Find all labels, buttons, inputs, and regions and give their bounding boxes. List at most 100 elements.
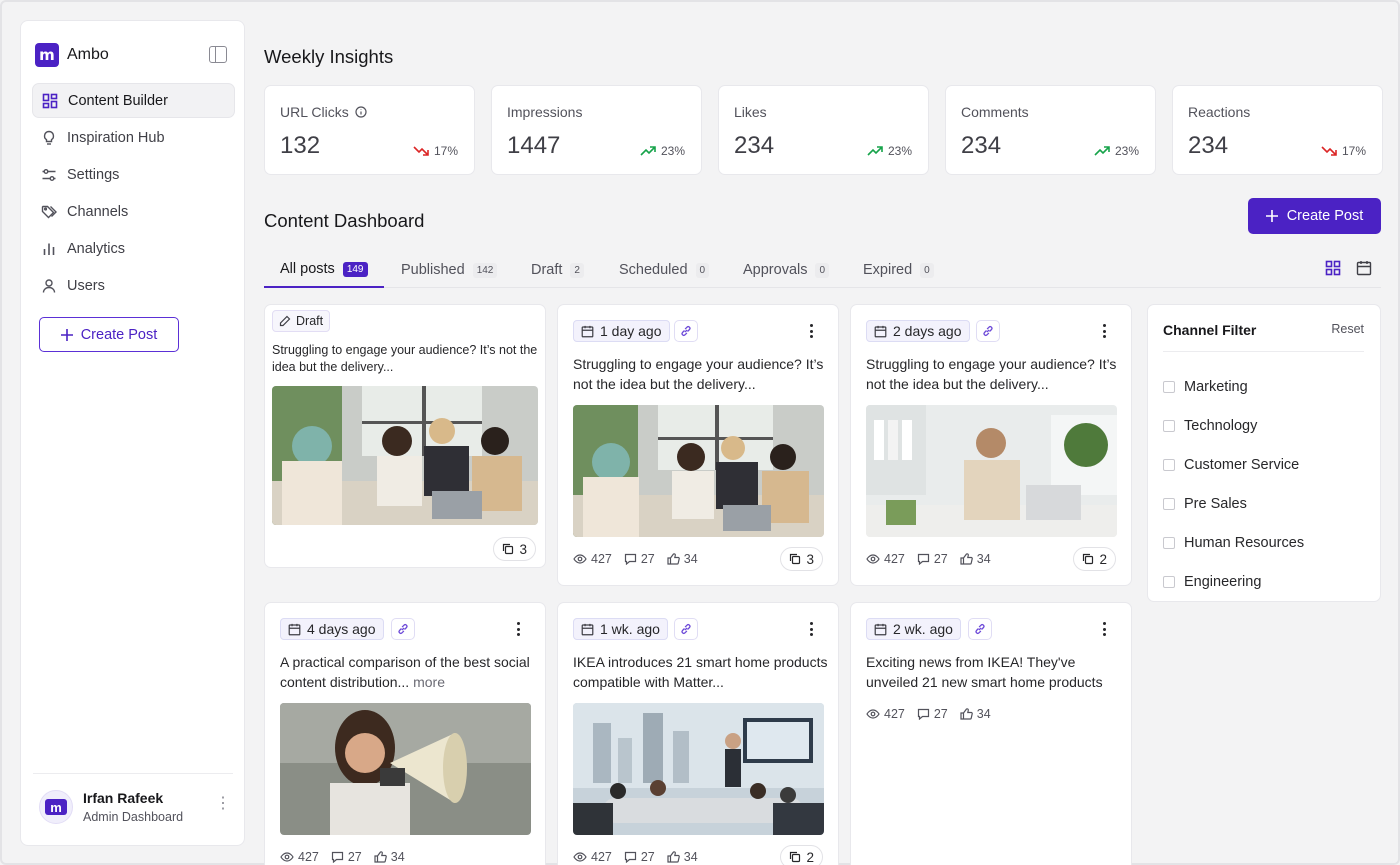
- brand-name: Ambo: [67, 46, 109, 63]
- channel-option-customer-service[interactable]: Customer Service: [1163, 445, 1304, 484]
- calendar-view-icon[interactable]: [1356, 260, 1372, 276]
- stat-trend: 23%: [1114, 144, 1139, 158]
- date-label: 1 wk. ago: [600, 621, 660, 637]
- checkbox[interactable]: [1163, 419, 1175, 432]
- tab-all-posts[interactable]: All posts 149: [264, 252, 384, 288]
- more-vertical-icon[interactable]: [1102, 622, 1106, 636]
- post-metrics: 427 27 34: [866, 552, 991, 566]
- stat-label: Comments: [961, 104, 1029, 120]
- eye-icon: [573, 852, 587, 862]
- grid-view-icon[interactable]: [1325, 260, 1341, 276]
- likes-count: 34: [976, 552, 991, 566]
- comment-icon: [331, 851, 343, 863]
- post-card[interactable]: 2 wk. ago Exciting news from IKEA! They'…: [850, 602, 1132, 865]
- sidebar-item-users[interactable]: Users: [32, 268, 235, 303]
- copy-icon: [1083, 553, 1094, 565]
- variants-count[interactable]: 3: [780, 547, 823, 571]
- channel-option-marketing[interactable]: Marketing: [1163, 367, 1304, 406]
- date-badge: 1 day ago: [573, 320, 670, 342]
- variants-count[interactable]: 2: [780, 845, 823, 865]
- post-image-woman-megaphone[interactable]: [280, 703, 531, 835]
- views-count: 427: [884, 552, 905, 566]
- post-image-boardroom-presentation[interactable]: [573, 703, 824, 835]
- stat-value: 234: [734, 132, 775, 159]
- date-badge: 4 days ago: [280, 618, 384, 640]
- create-post-button[interactable]: Create Post: [1248, 198, 1381, 234]
- post-text-body: A practical comparison of the best socia…: [280, 654, 530, 690]
- sidebar-item-analytics[interactable]: Analytics: [32, 231, 235, 266]
- channel-option-human-resources[interactable]: Human Resources: [1163, 523, 1304, 562]
- tab-expired[interactable]: Expired 0: [847, 252, 950, 288]
- tab-published[interactable]: Published 142: [385, 252, 513, 288]
- checkbox[interactable]: [1163, 458, 1175, 471]
- tab-count: 0: [815, 262, 830, 278]
- sidebar-toggle-icon[interactable]: [209, 46, 227, 63]
- more-vertical-icon[interactable]: [516, 622, 520, 636]
- stat-card-impressions: Impressions 1447 23%: [491, 85, 702, 175]
- post-image-man-with-phone[interactable]: [866, 405, 1117, 537]
- post-image-team-meeting[interactable]: [272, 386, 538, 525]
- more-vertical-icon[interactable]: [1102, 324, 1106, 338]
- channel-option-technology[interactable]: Technology: [1163, 406, 1304, 445]
- link-button[interactable]: [391, 618, 415, 640]
- post-card[interactable]: 2 days ago Struggling to engage your aud…: [850, 304, 1132, 586]
- date-badge: 2 days ago: [866, 320, 970, 342]
- sidebar-item-content-builder[interactable]: Content Builder: [32, 83, 235, 118]
- checkbox[interactable]: [1163, 536, 1175, 549]
- create-post-label: Create Post: [80, 326, 158, 343]
- sidebar-item-inspiration-hub[interactable]: Inspiration Hub: [32, 120, 235, 155]
- eye-icon: [280, 852, 294, 862]
- checkbox[interactable]: [1163, 497, 1175, 510]
- stat-trend: 23%: [660, 144, 685, 158]
- likes-count: 34: [390, 850, 405, 864]
- tab-approvals[interactable]: Approvals 0: [727, 252, 845, 288]
- more-vertical-icon[interactable]: [809, 622, 813, 636]
- channel-option-pre-sales[interactable]: Pre Sales: [1163, 484, 1304, 523]
- link-button[interactable]: [976, 320, 1000, 342]
- tab-scheduled[interactable]: Scheduled 0: [603, 252, 725, 288]
- more-vertical-icon[interactable]: [809, 324, 813, 338]
- post-card[interactable]: 1 day ago Struggling to engage your audi…: [557, 304, 839, 586]
- date-label: 2 days ago: [893, 323, 962, 339]
- thumbs-up-icon: [667, 851, 680, 863]
- variants-count[interactable]: 2: [1073, 547, 1116, 571]
- post-text: Struggling to engage your audience? It’s…: [272, 343, 538, 374]
- link-button[interactable]: [674, 618, 698, 640]
- tab-count: 149: [342, 261, 368, 277]
- post-card[interactable]: Draft Struggling to engage your audience…: [264, 304, 546, 568]
- stat-card-comments: Comments 234 23%: [945, 85, 1156, 175]
- filter-reset-button[interactable]: Reset: [1331, 322, 1364, 336]
- channel-option-engineering[interactable]: Engineering: [1163, 562, 1304, 601]
- post-card[interactable]: 1 wk. ago IKEA introduces 21 smart home …: [557, 602, 839, 865]
- sidebar-item-label: Inspiration Hub: [67, 129, 165, 146]
- sidebar-item-label: Channels: [67, 203, 129, 220]
- tab-label: All posts: [280, 261, 335, 277]
- post-image-team-meeting[interactable]: [573, 405, 824, 537]
- comments-count: 27: [347, 850, 362, 864]
- date-label: 1 day ago: [600, 323, 662, 339]
- sidebar-item-settings[interactable]: Settings: [32, 157, 235, 192]
- likes-count: 34: [683, 552, 698, 566]
- variants-count-value: 3: [519, 541, 527, 557]
- stats-row: URL Clicks 132 17% Impressions 1447 23% …: [264, 85, 1383, 175]
- brand[interactable]: m Ambo: [35, 43, 109, 67]
- stat-label: Reactions: [1188, 104, 1251, 120]
- link-button[interactable]: [674, 320, 698, 342]
- info-icon[interactable]: [355, 106, 367, 118]
- checkbox[interactable]: [1163, 380, 1175, 393]
- variants-count-value: 2: [1099, 551, 1107, 567]
- more-link[interactable]: more: [413, 674, 445, 690]
- pencil-icon: [279, 315, 291, 327]
- post-text: A practical comparison of the best socia…: [280, 653, 535, 692]
- bar-chart-icon: [43, 243, 55, 255]
- sidebar-item-channels[interactable]: Channels: [32, 194, 235, 229]
- tab-draft[interactable]: Draft 2: [515, 252, 600, 288]
- more-vertical-icon[interactable]: ⋮: [215, 796, 231, 812]
- sidebar-create-post-button[interactable]: Create Post: [39, 317, 179, 352]
- variants-count[interactable]: 3: [493, 537, 536, 561]
- checkbox[interactable]: [1163, 575, 1175, 588]
- post-card[interactable]: 4 days ago A practical comparison of the…: [264, 602, 546, 865]
- filter-title: Channel Filter: [1163, 322, 1257, 338]
- link-button[interactable]: [968, 618, 992, 640]
- user-profile[interactable]: m Irfan Rafeek Admin Dashboard ⋮: [33, 773, 233, 824]
